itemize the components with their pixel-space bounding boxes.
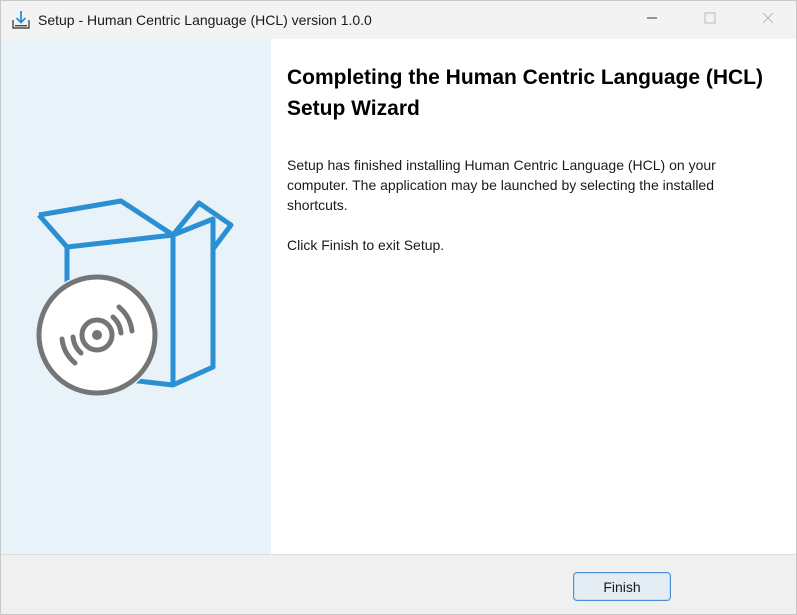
title-bar[interactable]: Setup - Human Centric Language (HCL) ver… (1, 1, 796, 39)
wizard-footer: Finish (1, 555, 796, 614)
wizard-side-panel (1, 39, 271, 554)
finish-button[interactable]: Finish (573, 572, 671, 601)
minimize-button[interactable] (623, 1, 681, 39)
completion-message: Setup has finished installing Human Cent… (287, 157, 716, 213)
exit-instruction: Click Finish to exit Setup. (287, 237, 445, 253)
box-with-disc-illustration (31, 197, 241, 397)
maximize-icon (704, 11, 716, 29)
installer-download-icon (10, 9, 32, 31)
minimize-icon (646, 11, 658, 29)
page-title: Completing the Human Centric Language (H… (287, 66, 764, 120)
maximize-button[interactable] (681, 1, 739, 39)
wizard-content: Completing the Human Centric Language (H… (271, 39, 796, 554)
close-icon (762, 11, 774, 29)
close-button[interactable] (739, 1, 797, 39)
setup-window: Setup - Human Centric Language (HCL) ver… (0, 0, 797, 615)
window-title: Setup - Human Centric Language (HCL) ver… (38, 12, 372, 28)
